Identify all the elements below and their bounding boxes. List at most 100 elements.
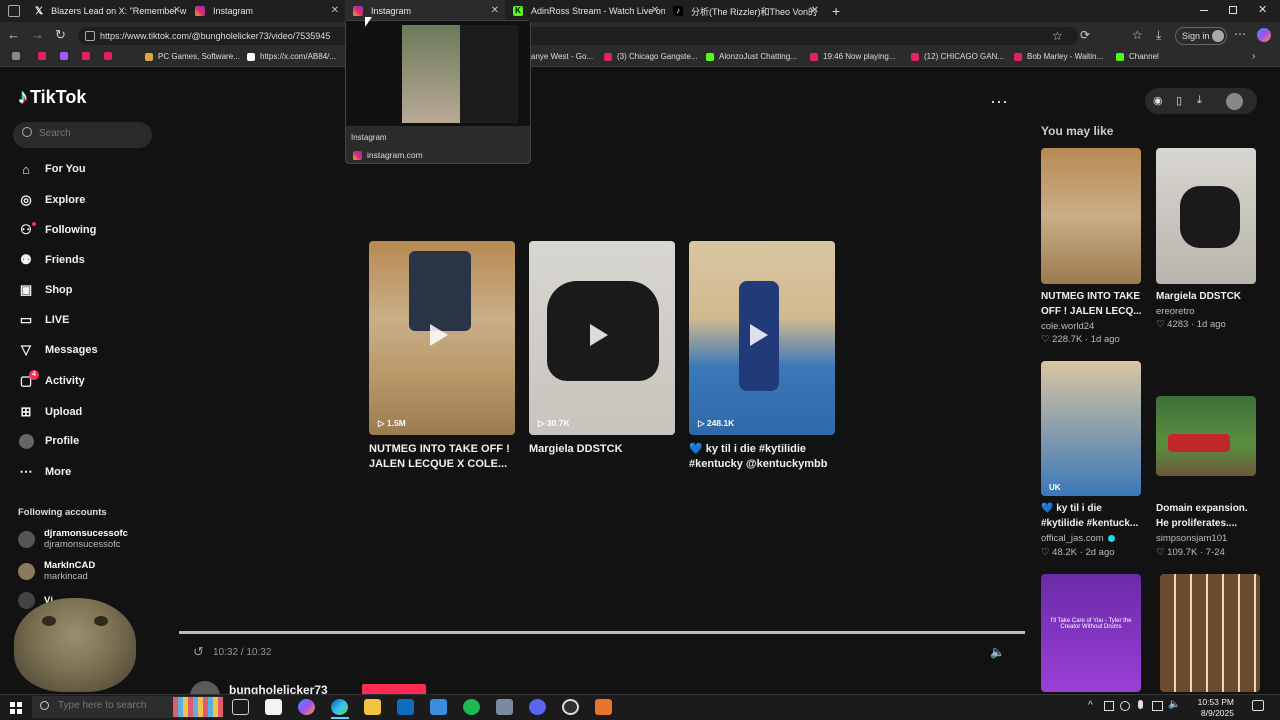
sign-in-button[interactable]: Sign in [1175,27,1227,45]
nav-explore[interactable]: ◎ Explore [18,192,85,208]
suggested-thumbnail[interactable] [1160,574,1260,692]
video-title[interactable]: Margiela DDSTCK [529,442,675,457]
nav-messages[interactable]: ▽ Messages [18,342,98,358]
bookmark-item[interactable]: (3) Chicago Gangste... [604,52,697,61]
account-item[interactable]: MarkInCAD markincad [18,560,95,582]
browser-tab[interactable]: ♪ 分析(The Rizzler)和Theo Von的 ✕ [665,0,825,22]
bookmark-item[interactable]: (12) CHICAGO GAN... [911,52,1004,61]
suggested-thumbnail[interactable] [1156,396,1256,476]
search-box[interactable] [13,122,152,148]
bookmark-item[interactable]: 19:46 Now playing... [810,52,896,61]
bookmark-item[interactable]: Bob Marley - Waitin... [1014,52,1103,61]
bookmark-item[interactable] [60,52,73,60]
nav-following[interactable]: ⚇ Following [18,222,96,238]
outlook-icon[interactable] [397,699,414,715]
follow-button[interactable] [362,684,426,694]
volume-icon[interactable]: 🔈 [990,645,1005,659]
task-view-icon[interactable] [232,699,249,715]
suggested-title[interactable]: Margiela DDSTCK [1156,289,1260,304]
tray-chevron-icon[interactable]: ^ [1088,700,1093,711]
close-tab-icon[interactable]: ✕ [651,5,659,16]
collections-icon[interactable]: ☆ [1132,28,1143,42]
bookmark-item[interactable] [82,52,95,60]
file-explorer-icon[interactable] [364,699,381,715]
nav-upload[interactable]: ⊞ Upload [18,404,83,420]
close-window-icon[interactable]: ✕ [1258,3,1267,16]
video-card[interactable]: ▷ 30.7K [529,241,675,435]
replay-icon[interactable]: ↺ [193,644,204,660]
coins-icon[interactable]: ◉ [1153,94,1163,107]
settings-more-icon[interactable]: ⋯ [1234,27,1246,41]
bookmark-item[interactable]: AlonzoJust Chatting... [706,52,797,61]
discord-icon[interactable] [529,699,546,715]
suggested-thumbnail[interactable]: UK [1041,361,1141,496]
nav-for-you[interactable]: ⌂ For You [18,161,85,177]
close-tab-icon[interactable]: ✕ [173,5,181,16]
editor-icon[interactable] [595,699,612,715]
suggested-author[interactable]: ereoretro [1156,306,1195,317]
device-icon[interactable]: ▯ [1176,94,1182,107]
more-options-icon[interactable]: ⋯ [990,92,1008,113]
copilot-icon[interactable] [1257,28,1271,42]
suggested-thumbnail[interactable]: I'll Take Care of You - Tyler the Creato… [1041,574,1141,692]
account-item[interactable]: djramonsucessofc djramonsucessofc [18,528,128,550]
tiktok-logo[interactable]: ♪ TikTok [18,86,86,109]
suggested-title[interactable]: Domain expansion. He proliferates.... [1156,501,1260,531]
photos-icon[interactable] [430,699,447,715]
nav-live[interactable]: ▭ LIVE [18,312,70,328]
bookmark-item[interactable] [104,52,117,60]
taskbar-date[interactable]: 8/9/2025 [1194,708,1234,718]
close-tab-icon[interactable]: ✕ [331,5,339,16]
suggested-title[interactable]: NUTMEG INTO TAKE OFF ! JALEN LECQ... [1041,289,1145,319]
search-input[interactable] [39,128,144,139]
close-tab-icon[interactable]: ✕ [491,5,499,16]
bookmark-item[interactable]: PC Games, Software... [145,52,240,61]
close-tab-icon[interactable]: ✕ [811,5,819,16]
back-icon[interactable]: ← [7,27,20,42]
new-tab-button[interactable]: + [832,3,840,19]
windows-start-icon[interactable] [10,702,22,714]
suggested-author[interactable]: cole.world24 [1041,321,1094,332]
video-title[interactable]: 💙 ky til i die #kytilidie #kentucky @ken… [689,442,835,472]
copilot-icon[interactable] [298,699,315,715]
extensions-icon[interactable]: ⟳ [1080,28,1090,42]
browser-tab[interactable]: K AdinRoss Stream - Watch Live on ✕ [505,0,665,22]
suggested-author[interactable]: offical_jas.com [1041,533,1104,544]
nav-shop[interactable]: ▣ Shop [18,282,73,298]
obs-icon[interactable] [562,699,579,715]
app-icon[interactable] [496,699,513,715]
video-card[interactable]: ▷ 1.5M [369,241,515,435]
edge-icon[interactable] [331,699,348,715]
volume-tray-icon[interactable]: 🔈 [1168,699,1180,710]
nav-activity[interactable]: ▢ Activity 4 [18,370,85,389]
suggested-thumbnail[interactable] [1156,148,1256,284]
taskbar-time[interactable]: 10:53 PM [1194,697,1234,707]
suggested-title[interactable]: 💙 ky til i die #kytilidie #kentuck... [1041,501,1145,531]
bookmark-item[interactable] [12,52,25,60]
network-icon[interactable] [1152,701,1163,711]
progress-track[interactable] [179,631,1025,634]
minimize-icon[interactable] [1200,10,1208,11]
nav-friends[interactable]: ⚉ Friends [18,252,85,268]
downloads-icon[interactable]: ⤓ [1156,28,1161,43]
favorite-star-icon[interactable]: ☆ [1052,29,1063,43]
nav-more[interactable]: ⋯ More [18,464,72,480]
browser-tab[interactable]: 𝕏 Blazers Lead on X: "Remember w ✕ [27,0,187,22]
forward-icon[interactable]: → [31,27,44,42]
bookmark-item[interactable]: anye West - Go... [531,52,593,61]
browser-tab[interactable]: Instagram ✕ [187,0,345,22]
bookmark-item[interactable] [38,52,51,60]
suggested-thumbnail[interactable] [1041,148,1141,284]
bookmark-item[interactable]: https://x.com/AB84/... [247,52,336,61]
address-input[interactable]: https://www.tiktok.com/@bungholelicker73… [78,27,1078,45]
chevron-right-icon[interactable]: › [1252,51,1255,62]
download-icon[interactable]: ⤓ [1197,94,1202,107]
notifications-icon[interactable] [1252,700,1264,711]
tray-app-icon[interactable] [1104,701,1114,711]
tab-actions-icon[interactable] [8,5,20,17]
microphone-icon[interactable] [1138,700,1143,709]
nav-profile[interactable]: Profile [18,433,79,449]
suggested-author[interactable]: simpsonsjam101 [1156,533,1227,544]
bookmark-item[interactable]: Channel [1116,52,1159,61]
video-title[interactable]: NUTMEG INTO TAKE OFF ! JALEN LECQUE X CO… [369,442,515,472]
